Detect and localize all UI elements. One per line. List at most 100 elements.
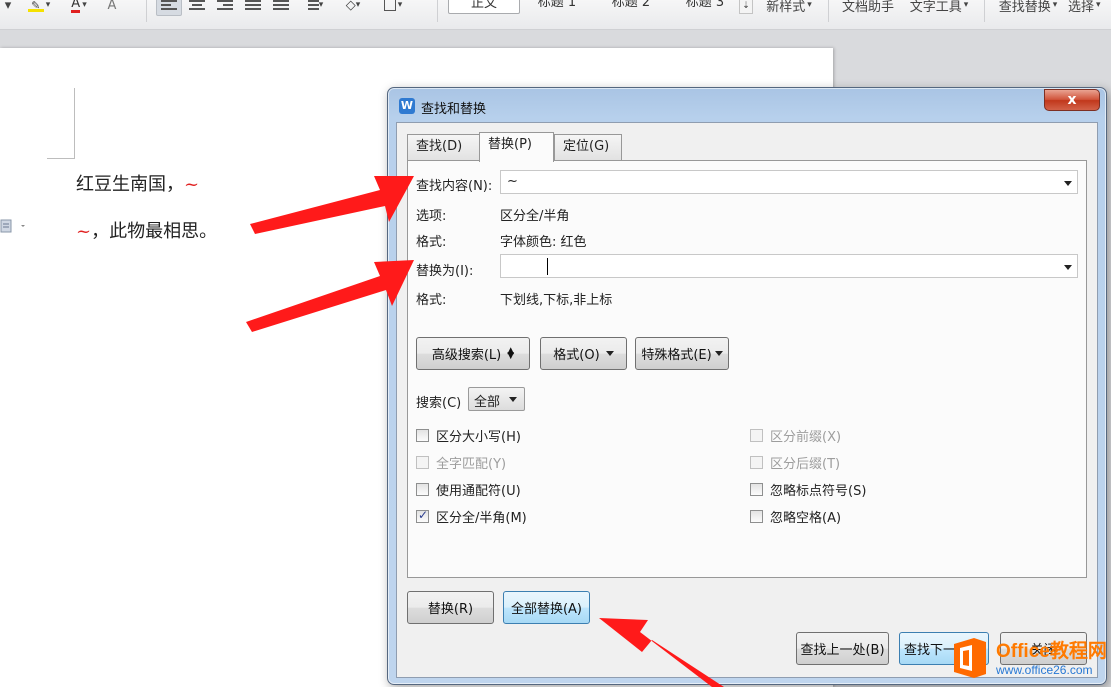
chevron-down-icon[interactable] bbox=[1064, 181, 1072, 186]
checkbox-box[interactable] bbox=[416, 483, 429, 496]
doc-tilde-mark: ~ bbox=[184, 174, 200, 195]
toolbar-divider bbox=[984, 0, 985, 22]
expand-collapse-icon: ▲ ▼ bbox=[507, 345, 515, 361]
checkbox-match-case[interactable]: 区分大小写(H) bbox=[416, 426, 521, 445]
checkbox-match-suffix: 区分后缀(T) bbox=[750, 453, 840, 472]
text-tools-button[interactable]: 文字工具 ▾ bbox=[904, 0, 974, 16]
dialog-close-button[interactable]: x bbox=[1044, 89, 1100, 111]
special-format-button[interactable]: 特殊格式(E) bbox=[635, 337, 729, 370]
paragraph-layout-icon[interactable] bbox=[0, 219, 25, 233]
tab-replace[interactable]: 替换(P) bbox=[479, 132, 554, 162]
checkbox-ignore-spaces[interactable]: 忽略空格(A) bbox=[750, 507, 841, 526]
replace-with-label: 替换为(I): bbox=[416, 264, 474, 279]
wps-writer-icon: W bbox=[399, 98, 415, 114]
replace-format-label: 格式: bbox=[416, 293, 447, 308]
text-caret bbox=[547, 258, 548, 275]
shading-icon[interactable]: ◇ ▾ bbox=[338, 0, 368, 16]
find-replace-button[interactable]: 查找替换 ▾ bbox=[994, 0, 1062, 16]
page-corner-mark bbox=[47, 158, 75, 159]
find-what-value: ~ bbox=[507, 174, 518, 189]
checkbox-box[interactable] bbox=[750, 483, 763, 496]
find-what-combobox[interactable]: ~ bbox=[500, 170, 1078, 194]
checkbox-wildcards[interactable]: 使用通配符(U) bbox=[416, 480, 521, 499]
replace-panel: 查找内容(N): ~ 选项: 区分全/半角 格式: 字体颜色: 红色 替换为(I… bbox=[407, 160, 1087, 578]
style-heading-1[interactable]: 标题 1 bbox=[528, 0, 586, 14]
options-label: 选项: bbox=[416, 209, 447, 224]
align-center-icon[interactable] bbox=[186, 0, 208, 16]
format-dropdown-chevron-icon[interactable]: ▾ bbox=[0, 0, 16, 16]
replace-button[interactable]: 替换(R) bbox=[407, 591, 494, 624]
highlight-color-icon[interactable]: ✎ ▾ bbox=[25, 0, 53, 16]
checkbox-box[interactable] bbox=[750, 510, 763, 523]
site-watermark: Office教程网 www.office26.com bbox=[944, 632, 1111, 687]
tab-find[interactable]: 查找(D) bbox=[407, 134, 482, 160]
tab-goto[interactable]: 定位(G) bbox=[554, 134, 622, 160]
watermark-url: www.office26.com bbox=[996, 663, 1093, 677]
find-previous-button[interactable]: 查找上一处(B) bbox=[796, 632, 889, 665]
new-style-label: 新样式 bbox=[766, 0, 806, 15]
find-replace-dialog: W 查找和替换 x 查找(D) 替换(P) 定位(G) 查找内容(N): ~ 选… bbox=[387, 87, 1107, 685]
doc-line-2[interactable]: ~，此物最相思。 bbox=[76, 217, 217, 243]
checkbox-label: 忽略标点符号(S) bbox=[770, 484, 867, 499]
align-left-icon[interactable] bbox=[156, 0, 182, 16]
replace-with-combobox[interactable] bbox=[500, 254, 1078, 278]
search-direction-select[interactable]: 全部 bbox=[468, 387, 525, 411]
find-format-value: 字体颜色: 红色 bbox=[500, 235, 587, 250]
checkbox-label: 使用通配符(U) bbox=[436, 484, 521, 499]
replace-format-value: 下划线,下标,非上标 bbox=[500, 293, 613, 308]
style-heading-2[interactable]: 标题 2 bbox=[602, 0, 660, 14]
find-format-label: 格式: bbox=[416, 235, 447, 250]
font-color-icon[interactable]: A ▾ bbox=[64, 0, 94, 16]
checkbox-label: 全字匹配(Y) bbox=[436, 457, 507, 472]
clear-format-icon[interactable]: A bbox=[102, 0, 122, 16]
checkbox-box-checked[interactable] bbox=[416, 508, 429, 523]
align-right-icon[interactable] bbox=[214, 0, 236, 16]
toolbar-divider bbox=[437, 0, 438, 22]
select-label: 选择 bbox=[1068, 0, 1095, 15]
search-direction-label: 搜索(C) bbox=[416, 396, 462, 411]
format-button-label: 格式(O) bbox=[553, 348, 600, 363]
advanced-search-label: 高级搜索(L) bbox=[431, 348, 502, 363]
chevron-down-icon[interactable] bbox=[1064, 265, 1072, 270]
search-direction-value: 全部 bbox=[474, 395, 501, 410]
text-tools-label: 文字工具 bbox=[909, 0, 962, 15]
style-heading-3[interactable]: 标题 3 bbox=[676, 0, 734, 14]
line-spacing-icon[interactable]: ▾ bbox=[298, 0, 328, 16]
checkbox-label: 区分前缀(X) bbox=[770, 430, 842, 445]
distribute-icon[interactable] bbox=[270, 0, 292, 16]
checkbox-label: 区分全/半角(M) bbox=[436, 511, 527, 526]
find-replace-label: 查找替换 bbox=[998, 0, 1051, 15]
checkbox-label: 区分大小写(H) bbox=[436, 430, 521, 445]
special-format-label: 特殊格式(E) bbox=[641, 348, 712, 363]
new-style-button[interactable]: 新样式 ▾ bbox=[762, 0, 816, 16]
format-button[interactable]: 格式(O) bbox=[540, 337, 627, 370]
checkbox-match-width[interactable]: 区分全/半角(M) bbox=[416, 507, 527, 526]
replace-all-button[interactable]: 全部替换(A) bbox=[503, 591, 590, 624]
doc-line-1[interactable]: 红豆生南国，~ bbox=[76, 170, 199, 196]
checkbox-box bbox=[416, 456, 429, 469]
toolbar-divider bbox=[828, 0, 829, 22]
options-value: 区分全/半角 bbox=[500, 209, 570, 224]
dialog-client-area: 查找(D) 替换(P) 定位(G) 查找内容(N): ~ 选项: 区分全/半角 … bbox=[396, 122, 1098, 678]
watermark-brand: Office教程网 bbox=[996, 641, 1107, 662]
checkbox-box[interactable] bbox=[416, 429, 429, 442]
border-icon[interactable]: ▾ bbox=[376, 0, 410, 16]
dialog-title: 查找和替换 bbox=[421, 102, 487, 117]
chevron-down-icon bbox=[509, 397, 517, 402]
chevron-down-icon bbox=[714, 351, 723, 356]
advanced-search-button[interactable]: 高级搜索(L) ▲ ▼ bbox=[416, 337, 530, 370]
chevron-down-icon bbox=[605, 351, 614, 356]
justify-icon[interactable] bbox=[242, 0, 264, 16]
ribbon-toolbar: ▾ ✎ ▾ A ▾ A ▾ ◇ ▾ ▾ 正文 标题 1 标题 2 标题 3 ⇣ 新样式… bbox=[0, 0, 1111, 30]
toolbar-divider bbox=[146, 0, 147, 22]
page-corner-mark bbox=[74, 88, 75, 159]
doc-helper-button[interactable]: 文档助手 bbox=[838, 0, 898, 16]
find-what-label: 查找内容(N): bbox=[416, 179, 493, 194]
checkbox-box bbox=[750, 429, 763, 442]
style-gallery-more-icon[interactable]: ⇣ bbox=[739, 0, 753, 14]
style-normal[interactable]: 正文 bbox=[448, 0, 520, 14]
doc-line-1-text: 红豆生南国， bbox=[76, 174, 184, 195]
checkbox-ignore-punctuation[interactable]: 忽略标点符号(S) bbox=[750, 480, 866, 499]
select-button[interactable]: 选择 ▾ bbox=[1068, 0, 1111, 16]
doc-line-2-text: ，此物最相思。 bbox=[91, 221, 218, 242]
